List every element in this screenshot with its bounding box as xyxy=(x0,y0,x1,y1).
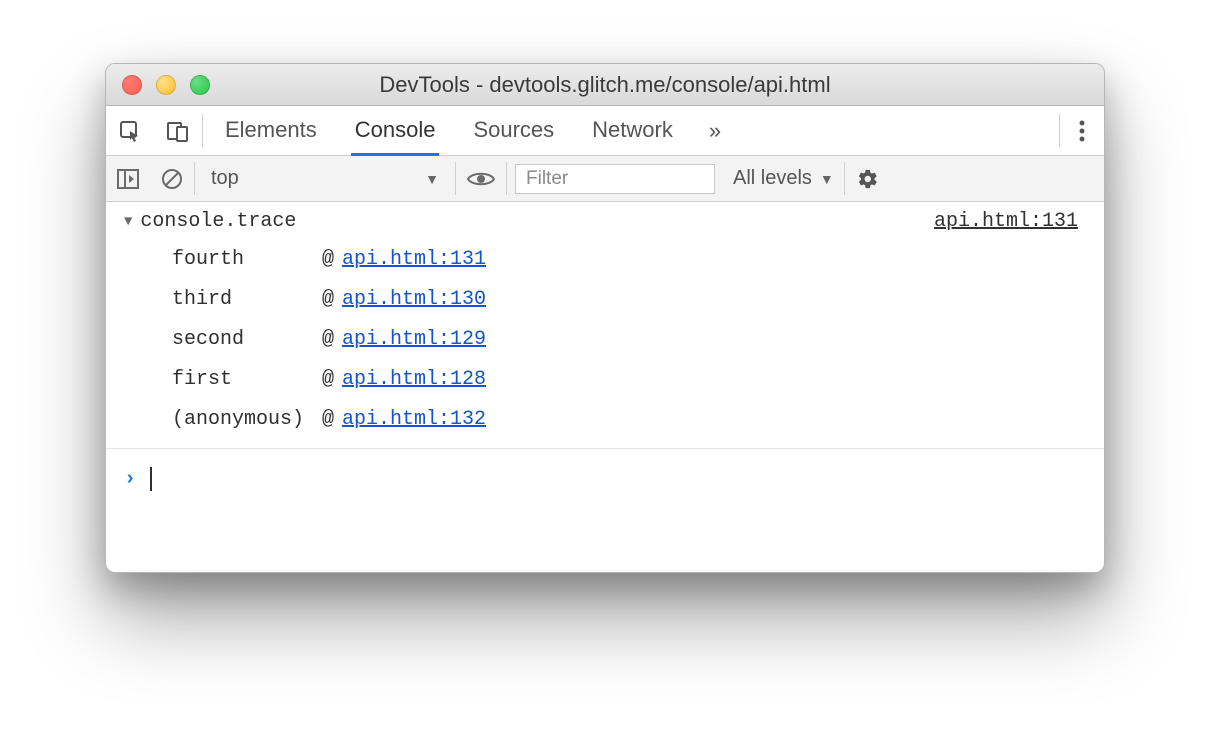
frame-source-link[interactable]: api.html:128 xyxy=(342,360,486,400)
console-sidebar-toggle-icon[interactable] xyxy=(106,169,150,189)
tab-sources[interactable]: Sources xyxy=(469,106,558,156)
stack-frame: second @ api.html:129 xyxy=(172,320,1104,360)
filter-field xyxy=(507,164,723,194)
stack-frame: (anonymous) @ api.html:132 xyxy=(172,400,1104,440)
window-titlebar: DevTools - devtools.glitch.me/console/ap… xyxy=(106,64,1104,106)
tab-network[interactable]: Network xyxy=(588,106,677,156)
at-symbol: @ xyxy=(322,400,334,440)
stack-frame: fourth @ api.html:131 xyxy=(172,240,1104,280)
more-options-icon[interactable] xyxy=(1060,106,1104,155)
disclosure-triangle-icon[interactable]: ▼ xyxy=(124,214,132,230)
close-icon[interactable] xyxy=(122,75,142,95)
console-prompt[interactable]: › xyxy=(106,449,1104,491)
at-symbol: @ xyxy=(322,360,334,400)
live-expression-icon[interactable] xyxy=(456,170,506,188)
tabs-overflow-icon[interactable]: » xyxy=(695,106,735,155)
tab-elements[interactable]: Elements xyxy=(221,106,321,156)
stack-frames: fourth @ api.html:131 third @ api.html:1… xyxy=(106,238,1104,449)
chevron-down-icon: ▼ xyxy=(425,171,439,187)
log-levels-label: All levels xyxy=(733,167,812,190)
frame-source-link[interactable]: api.html:132 xyxy=(342,400,486,440)
chevron-down-icon: ▼ xyxy=(820,171,834,187)
execution-context-selector[interactable]: top ▼ xyxy=(195,167,455,190)
console-output: ▼ console.trace api.html:131 fourth @ ap… xyxy=(106,202,1104,572)
minimize-icon[interactable] xyxy=(156,75,176,95)
stack-frame: third @ api.html:130 xyxy=(172,280,1104,320)
prompt-chevron-icon: › xyxy=(124,468,136,491)
device-toolbar-icon[interactable] xyxy=(154,106,202,155)
frame-source-link[interactable]: api.html:130 xyxy=(342,280,486,320)
frame-source-link[interactable]: api.html:131 xyxy=(342,240,486,280)
panel-tabs: Elements Console Sources Network xyxy=(203,106,695,155)
devtools-tabrow: Elements Console Sources Network » xyxy=(106,106,1104,156)
console-toolbar: top ▼ All levels ▼ xyxy=(106,156,1104,202)
frame-source-link[interactable]: api.html:129 xyxy=(342,320,486,360)
window-title: DevTools - devtools.glitch.me/console/ap… xyxy=(106,72,1104,98)
tab-console[interactable]: Console xyxy=(351,106,440,156)
trace-source-link[interactable]: api.html:131 xyxy=(934,210,1094,233)
zoom-icon[interactable] xyxy=(190,75,210,95)
filter-input[interactable] xyxy=(515,164,715,194)
execution-context-label: top xyxy=(211,167,239,190)
frame-function: first xyxy=(172,360,322,400)
frame-function: second xyxy=(172,320,322,360)
console-settings-icon[interactable] xyxy=(845,168,891,190)
devtools-window: DevTools - devtools.glitch.me/console/ap… xyxy=(105,63,1105,573)
at-symbol: @ xyxy=(322,280,334,320)
text-cursor xyxy=(150,467,152,491)
inspect-element-icon[interactable] xyxy=(106,106,154,155)
clear-console-icon[interactable] xyxy=(150,168,194,190)
window-traffic-lights xyxy=(122,75,210,95)
frame-function: (anonymous) xyxy=(172,400,322,440)
at-symbol: @ xyxy=(322,320,334,360)
frame-function: third xyxy=(172,280,322,320)
stack-frame: first @ api.html:128 xyxy=(172,360,1104,400)
at-symbol: @ xyxy=(322,240,334,280)
trace-header[interactable]: ▼ console.trace api.html:131 xyxy=(106,202,1104,238)
trace-label: console.trace xyxy=(140,210,296,233)
frame-function: fourth xyxy=(172,240,322,280)
log-levels-selector[interactable]: All levels ▼ xyxy=(723,167,844,190)
